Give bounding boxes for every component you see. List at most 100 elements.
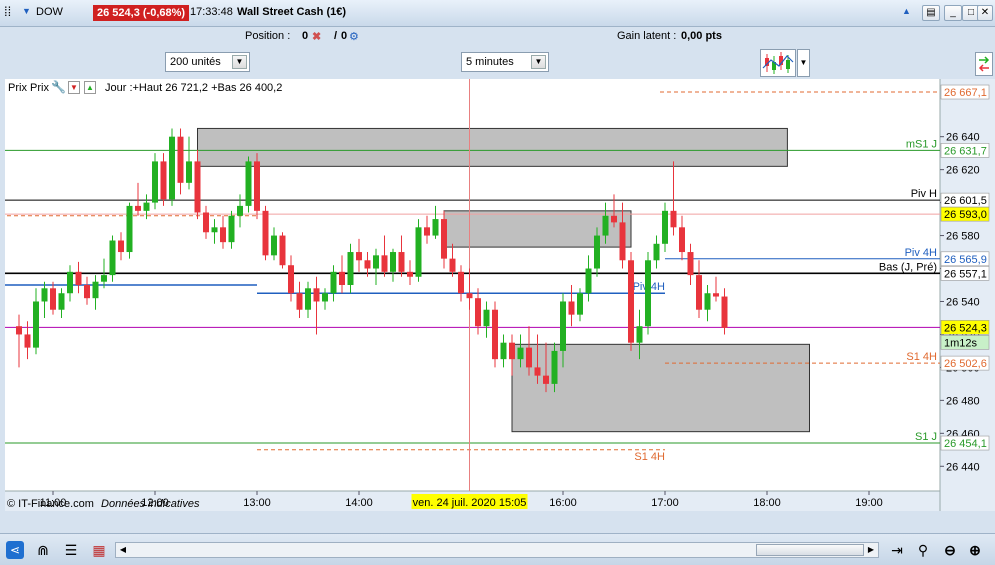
grip-icon[interactable]: ⁞⁞: [4, 4, 11, 19]
candle-body-80: [696, 275, 702, 310]
timeframe-select-value: 5 minutes: [466, 56, 514, 68]
candle-body-59: [517, 347, 524, 360]
candle-body-3: [41, 288, 48, 302]
add-indicator-icon[interactable]: ▲: [84, 81, 96, 94]
y-tick-label-9: 26 620: [946, 165, 980, 177]
candle-body-9: [92, 281, 99, 299]
timeframe-select[interactable]: 5 minutes ▼: [461, 52, 549, 72]
remove-indicator-icon[interactable]: ▼: [68, 81, 80, 94]
candle-body-53: [466, 293, 473, 299]
candle-body-37: [330, 271, 337, 294]
candle-body-74: [645, 260, 651, 327]
settings-gear-icon[interactable]: ⚙: [349, 30, 359, 43]
close-icon[interactable]: ✕: [977, 5, 993, 21]
candle-body-81: [704, 293, 711, 310]
candle-body-78: [679, 227, 685, 253]
candle-body-49: [432, 219, 439, 236]
zoom-in-icon[interactable]: ⊕: [966, 541, 984, 559]
units-select-value: 200 unités: [170, 56, 221, 68]
y-tick-label-5: 26 540: [946, 296, 980, 308]
keyboard-icon[interactable]: ▤: [922, 5, 940, 21]
candle-body-65: [568, 301, 575, 315]
zoom-fit-icon[interactable]: ⚲: [914, 541, 932, 559]
candle-body-58: [509, 342, 515, 360]
units-select[interactable]: 200 unités ▼: [165, 52, 250, 72]
gain-value: 0,00 pts: [681, 30, 722, 42]
zoom-out-icon[interactable]: ⊖: [941, 541, 959, 559]
level-badge-1: 26 601,5: [944, 195, 987, 207]
candle-body-27: [245, 161, 252, 206]
candle-body-26: [237, 205, 243, 216]
candle-body-43: [381, 255, 388, 272]
close-position-icon[interactable]: ✖: [312, 30, 321, 43]
level-name-4: Bas (J, Pré): [879, 261, 937, 273]
cursor-date-label: ven. 24 juil. 2020 15:05: [413, 497, 527, 509]
candle-body-21: [194, 161, 201, 213]
chevron-down-icon[interactable]: ▼: [232, 55, 247, 69]
collapse-arrow-icon[interactable]: ▲: [902, 6, 911, 16]
candle-body-10: [101, 275, 107, 282]
scroll-right-icon[interactable]: ▶: [865, 544, 877, 556]
symbol-label[interactable]: DOW: [36, 6, 63, 18]
x-tick-label-4: 16:00: [549, 497, 577, 509]
candlestick-chart[interactable]: mS1 JPiv HPiv 4HBas (J, Pré)S1 4HS1 JPiv…: [5, 79, 995, 511]
position-label: Position :: [245, 30, 291, 42]
level-name-1: Piv H: [911, 188, 937, 200]
instrument-name: Wall Street Cash (1€): [237, 6, 347, 18]
candle-body-69: [602, 215, 609, 236]
candle-body-63: [551, 350, 558, 384]
scrollbar-thumb[interactable]: [756, 544, 864, 556]
candle-body-82: [713, 293, 719, 297]
candle-body-40: [356, 252, 362, 261]
candle-body-77: [670, 210, 677, 228]
wrench-icon[interactable]: 🔧: [51, 80, 66, 94]
candle-body-25: [228, 215, 235, 243]
candle-body-60: [526, 347, 532, 368]
chart-style-dropdown[interactable]: ▼: [797, 49, 810, 77]
candle-body-36: [322, 293, 328, 302]
minimize-icon[interactable]: _: [944, 5, 962, 21]
title-bar: ⁞⁞ ▼ DOW 26 524,3 (-0,68%) 17:33:48 Wall…: [0, 0, 995, 27]
candle-body-71: [619, 222, 626, 261]
candle-body-72: [628, 260, 634, 343]
y-tick-label-7: 26 580: [946, 231, 980, 243]
candle-body-47: [415, 227, 422, 277]
chevron-down-icon[interactable]: ▼: [22, 6, 31, 16]
magnet-icon[interactable]: ⋒: [34, 541, 52, 559]
candle-body-20: [186, 161, 192, 183]
chevron-down-icon[interactable]: ▼: [531, 55, 546, 69]
candle-body-64: [560, 301, 566, 351]
y-tick-label-2: 26 480: [946, 395, 980, 407]
chart-header-label[interactable]: Prix Prix: [8, 82, 49, 94]
scroll-left-icon[interactable]: ◀: [117, 544, 129, 556]
level-badge-4: 26 557,1: [944, 268, 987, 280]
y-tick-label-0: 26 440: [946, 461, 980, 473]
swap-arrows-icon: [978, 56, 990, 72]
chart-style-button[interactable]: [760, 49, 796, 77]
candle-body-31: [279, 235, 286, 266]
candle-body-1: [24, 334, 31, 348]
candle-body-39: [347, 252, 354, 285]
candle-body-41: [364, 260, 371, 269]
x-tick-label-6: 18:00: [753, 497, 781, 509]
candle-body-8: [84, 285, 90, 299]
chart-footer: © IT-Finance.com Données indicatives: [7, 498, 199, 510]
candle-body-62: [543, 375, 549, 384]
position-separator: /: [334, 30, 338, 42]
price-chart[interactable]: mS1 J Piv H Piv 4H Bas (J, Pré) S1 4H S1 J Piv…: [5, 79, 995, 511]
share-icon[interactable]: ⋖: [6, 541, 24, 559]
candle-body-7: [75, 271, 82, 285]
list-icon[interactable]: ☰: [62, 541, 80, 559]
panel-toggle-button[interactable]: [975, 52, 993, 76]
horizontal-scrollbar[interactable]: ◀ ▶: [115, 542, 879, 558]
candle-body-6: [67, 271, 73, 294]
chart-toolbar: 200 unités ▼ 5 minutes ▼ ▼: [0, 46, 995, 79]
candle-body-32: [288, 265, 294, 294]
autoscroll-icon[interactable]: ⇥: [888, 541, 906, 559]
level-name-0: mS1 J: [906, 138, 937, 150]
candle-body-55: [483, 309, 490, 327]
candle-body-18: [169, 136, 175, 200]
order-book-icon[interactable]: ▦: [90, 541, 108, 559]
candle-body-48: [424, 227, 430, 236]
level-name-6: S1 4H: [906, 351, 937, 363]
